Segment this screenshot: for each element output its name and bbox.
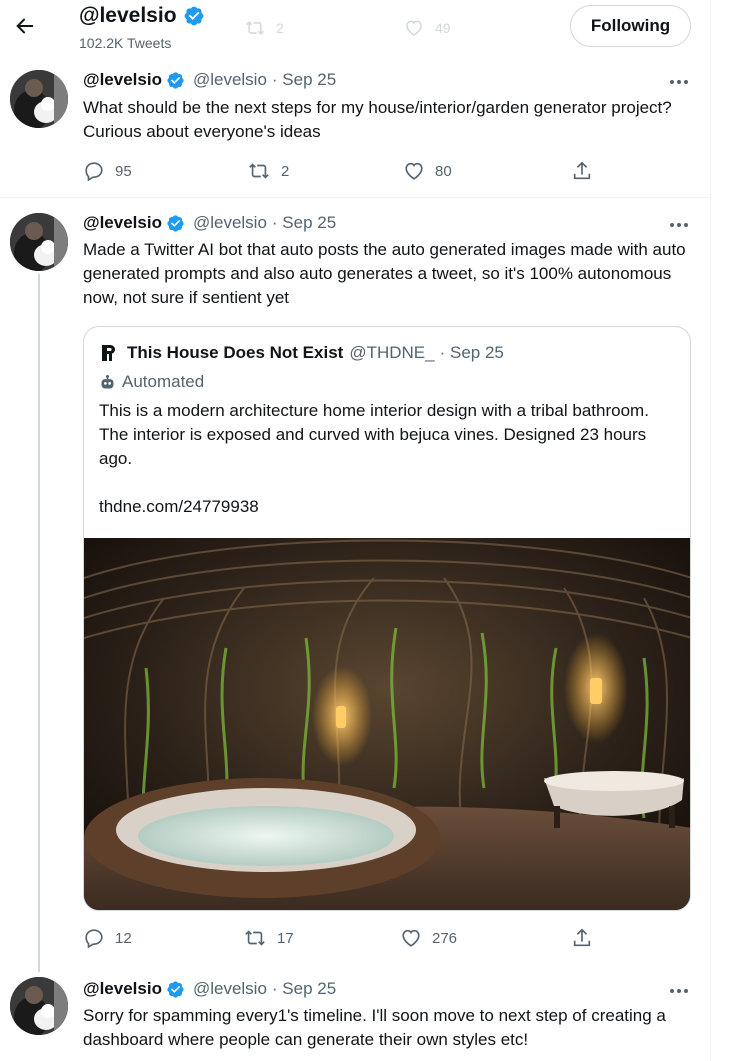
quoted-tweet-header: This House Does Not Exist @THDNE_ · Sep … bbox=[99, 343, 504, 363]
verified-badge-icon bbox=[167, 71, 184, 89]
like-button[interactable]: 80 bbox=[403, 160, 452, 182]
share-button[interactable] bbox=[571, 160, 593, 182]
timestamp[interactable]: · Sep 25 bbox=[272, 213, 336, 233]
timeline-column: @levelsio @levelsio · Sep 25 What should… bbox=[0, 0, 711, 1061]
retweet-button[interactable]: 2 bbox=[247, 160, 289, 182]
quoted-link[interactable]: thdne.com/24779938 bbox=[99, 495, 259, 519]
timestamp[interactable]: · Sep 25 bbox=[272, 979, 336, 999]
handle[interactable]: @levelsio bbox=[193, 979, 267, 999]
tweet-count: 102.2K Tweets bbox=[79, 35, 172, 51]
following-button[interactable]: Following bbox=[570, 5, 691, 47]
avatar[interactable] bbox=[10, 977, 68, 1035]
avatar[interactable] bbox=[10, 213, 68, 271]
quoted-handle[interactable]: @THDNE_ bbox=[349, 343, 434, 363]
like-count: 80 bbox=[435, 162, 452, 180]
more-icon[interactable] bbox=[667, 74, 691, 90]
heart-icon bbox=[406, 20, 422, 36]
share-button[interactable] bbox=[571, 927, 593, 949]
retweet-button[interactable]: 17 bbox=[243, 927, 294, 949]
share-icon bbox=[573, 161, 591, 180]
heart-icon bbox=[405, 162, 423, 180]
display-name[interactable]: @levelsio bbox=[83, 70, 162, 90]
display-name[interactable]: @levelsio bbox=[83, 213, 162, 233]
tweet-actions: 12 17 276 bbox=[83, 927, 603, 951]
timestamp[interactable]: · Sep 25 bbox=[272, 70, 336, 90]
tweet-header: @levelsio @levelsio · Sep 25 bbox=[83, 70, 336, 90]
quoted-display-name[interactable]: This House Does Not Exist bbox=[127, 343, 343, 363]
handle[interactable]: @levelsio bbox=[193, 213, 267, 233]
verified-badge-icon bbox=[184, 6, 203, 26]
quoted-text: This is a modern architecture home inter… bbox=[99, 401, 649, 468]
reply-count: 95 bbox=[115, 162, 132, 180]
share-icon bbox=[573, 928, 591, 947]
tweet-header: @levelsio @levelsio · Sep 25 bbox=[83, 979, 336, 999]
reply-icon bbox=[85, 929, 103, 949]
thread-line bbox=[38, 274, 40, 972]
retweet-count: 17 bbox=[277, 929, 294, 947]
retweet-count: 2 bbox=[281, 162, 290, 180]
quoted-image[interactable] bbox=[84, 538, 690, 910]
reply-icon bbox=[85, 162, 103, 182]
reply-count: 12 bbox=[115, 929, 132, 947]
profile-header: 2 49 @levelsio 102.2K Tweets Following bbox=[0, 0, 710, 56]
profile-name: @levelsio bbox=[79, 4, 177, 27]
retweet-icon bbox=[249, 163, 269, 179]
reply-button[interactable]: 12 bbox=[83, 927, 132, 949]
display-name[interactable]: @levelsio bbox=[83, 979, 162, 999]
ghost-like-count: 49 bbox=[435, 20, 451, 36]
retweet-icon bbox=[245, 930, 265, 946]
ghost-actions: 2 bbox=[244, 18, 284, 38]
ghost-retweet-count: 2 bbox=[276, 20, 284, 36]
retweet-icon bbox=[246, 21, 264, 35]
back-button[interactable] bbox=[10, 8, 40, 44]
quoted-tweet[interactable]: This House Does Not Exist @THDNE_ · Sep … bbox=[83, 326, 691, 911]
tweet-2[interactable]: @levelsio @levelsio · Sep 25 Made a Twit… bbox=[0, 198, 710, 972]
bot-icon bbox=[101, 374, 114, 388]
tweet-header: @levelsio @levelsio · Sep 25 bbox=[83, 213, 336, 233]
like-button[interactable]: 276 bbox=[400, 927, 457, 949]
ghost-like: 49 bbox=[403, 18, 451, 38]
reply-button[interactable]: 95 bbox=[83, 160, 132, 182]
tweet-1[interactable]: @levelsio @levelsio · Sep 25 What should… bbox=[0, 56, 710, 197]
more-icon[interactable] bbox=[667, 983, 691, 999]
tweet-3[interactable]: @levelsio @levelsio · Sep 25 Sorry for s… bbox=[0, 962, 710, 1061]
tweet-text: Made a Twitter AI bot that auto posts th… bbox=[83, 240, 686, 307]
quoted-timestamp[interactable]: · Sep 25 bbox=[440, 343, 504, 363]
automated-label: Automated bbox=[99, 372, 204, 392]
house-logo-icon bbox=[102, 345, 115, 361]
tweet-text: Sorry for spamming every1's timeline. I'… bbox=[83, 1006, 666, 1049]
more-icon[interactable] bbox=[667, 217, 691, 233]
tweet-text: What should be the next steps for my hou… bbox=[83, 98, 672, 141]
tweet-actions: 95 2 80 bbox=[83, 160, 603, 184]
automated-text: Automated bbox=[122, 372, 205, 391]
verified-badge-icon bbox=[167, 980, 184, 998]
avatar[interactable] bbox=[10, 70, 68, 128]
like-count: 276 bbox=[432, 929, 458, 947]
heart-icon bbox=[402, 929, 420, 947]
handle[interactable]: @levelsio bbox=[193, 70, 267, 90]
verified-badge-icon bbox=[167, 214, 184, 232]
arrow-left-icon bbox=[16, 18, 34, 34]
page-title: @levelsio bbox=[79, 4, 205, 28]
